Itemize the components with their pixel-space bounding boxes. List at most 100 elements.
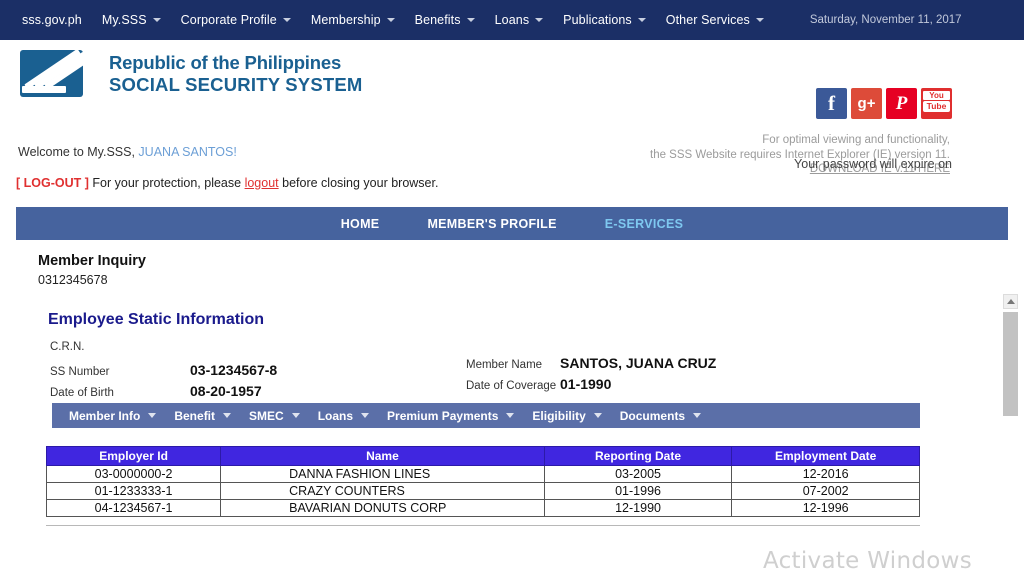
chevron-down-icon [223, 413, 232, 418]
field-value: SANTOS, JUANA CRUZ [560, 355, 717, 371]
site-header: Republic of the Philippines SOCIAL SECUR… [0, 40, 1024, 175]
mainnav-item-home[interactable]: HOME [341, 217, 380, 231]
submenu-item-member-info[interactable]: Member Info [60, 409, 165, 423]
submenu-item-label: Member Info [69, 408, 141, 423]
submenu-item-premium-payments[interactable]: Premium Payments [378, 409, 523, 423]
topnav-item-loans[interactable]: Loans [495, 13, 544, 27]
table-row[interactable]: 01-1233333-1 CRAZY COUNTERS 01-1996 07-2002 [45, 482, 920, 500]
chevron-down-icon [593, 413, 602, 418]
field-label: C.R.N. [50, 341, 85, 353]
table-header-cell: Employer Id [45, 446, 222, 466]
scroll-up-arrow-icon[interactable] [1003, 294, 1018, 309]
table-row[interactable]: 03-0000000-2 DANNA FASHION LINES 03-2005 12… [45, 465, 920, 483]
field-row: Date of Birth 08-20-1957 [50, 383, 277, 404]
field-value: 01-1990 [560, 376, 612, 392]
youtube-icon[interactable]: You Tube [921, 88, 952, 119]
welcome-greeting: Welcome to My.SSS, [18, 145, 135, 159]
mainnav-item-e-services[interactable]: E-SERVICES [605, 217, 684, 231]
chevron-down-icon [755, 18, 764, 22]
facebook-icon[interactable]: f [816, 88, 847, 119]
table-bottom-divider [46, 525, 920, 526]
youtube-icon-top-text: You [923, 91, 950, 100]
member-fields-left-column: C.R.N. SS Number 03-1234567-8 Date of Birth… [50, 341, 277, 404]
table-header-cell: Reporting Date [543, 446, 733, 466]
cell-reporting-date: 12-1990 [543, 499, 733, 517]
cell-employer-id: 04-1234567-1 [45, 499, 222, 517]
member-sub-navigation-bar: Member Info Benefit SMEC Loans Premium Payme… [52, 403, 920, 428]
topnav-item-benefits[interactable]: Benefits [415, 13, 475, 27]
submenu-item-benefit[interactable]: Benefit [165, 409, 240, 423]
submenu-item-smec[interactable]: SMEC [240, 409, 309, 423]
table-header-cell: Name [220, 446, 545, 466]
section-title: Employee Static Information [48, 311, 265, 328]
cell-employer-id: 01-1233333-1 [45, 482, 222, 500]
topnav-item-label: Corporate Profile [180, 13, 277, 27]
topnav-item-publications[interactable]: Publications [563, 13, 646, 27]
scrollbar-thumb[interactable] [1003, 312, 1018, 416]
sss-brand-logo[interactable]: Republic of the Philippines SOCIAL SECUR… [20, 50, 363, 97]
topnav-item-sss-gov-ph[interactable]: sss.gov.ph [22, 13, 82, 27]
mainnav-item-member-s-profile[interactable]: MEMBER'S PROFILE [427, 217, 556, 231]
cell-employment-date: 12-1996 [731, 499, 920, 517]
chevron-down-icon [152, 18, 161, 22]
welcome-message: Welcome to My.SSS, JUANA SANTOS! [18, 145, 237, 159]
cell-employment-date: 12-2016 [731, 465, 920, 483]
topnav-item-label: Loans [494, 13, 530, 27]
topnav-item-label: Membership [310, 13, 381, 27]
cell-employment-date: 07-2002 [731, 482, 920, 500]
submenu-item-label: Premium Payments [387, 408, 499, 423]
field-row: SS Number 03-1234567-8 [50, 362, 277, 383]
topnav-item-label: Benefits [414, 13, 461, 27]
pinterest-icon[interactable]: P [886, 88, 917, 119]
submenu-item-loans[interactable]: Loans [309, 409, 378, 423]
submenu-item-documents[interactable]: Documents [611, 409, 710, 423]
table-header-cell: Employment Date [731, 446, 920, 466]
topnav-item-other-services[interactable]: Other Services [666, 13, 764, 27]
activate-windows-watermark: Activate Windows [762, 548, 972, 574]
cell-name: BAVARIAN DONUTS CORP [220, 499, 545, 517]
submenu-item-label: Eligibility [532, 408, 586, 423]
field-row: C.R.N. [50, 341, 277, 362]
submenu-item-label: SMEC [249, 408, 284, 423]
submenu-item-eligibility[interactable]: Eligibility [523, 409, 610, 423]
logout-text-before: For your protection, please [92, 176, 242, 190]
field-value: 03-1234567-8 [190, 362, 278, 378]
field-row: Member Name SANTOS, JUANA CRUZ [466, 355, 716, 376]
social-media-links: f g+ P You Tube [816, 88, 952, 119]
member-static-fields: C.R.N. SS Number 03-1234567-8 Date of Birth… [38, 341, 1024, 401]
employment-history-table: Employer Id Name Reporting Date Employment … [45, 446, 920, 517]
table-header-row: Employer Id Name Reporting Date Employment … [45, 446, 920, 466]
field-row: Date of Coverage 01-1990 [466, 376, 716, 397]
submenu-item-label: Loans [317, 408, 354, 423]
chevron-down-icon [291, 413, 300, 418]
google-plus-icon[interactable]: g+ [851, 88, 882, 119]
chevron-down-icon [386, 18, 395, 22]
cell-reporting-date: 03-2005 [543, 465, 733, 483]
cell-employer-id: 03-0000000-2 [45, 465, 222, 483]
topnav-item-corporate-profile[interactable]: Corporate Profile [181, 13, 291, 27]
vertical-scrollbar[interactable] [1003, 294, 1018, 420]
top-navigation-bar: sss.gov.ph My.SSS Corporate Profile Members… [0, 0, 1024, 40]
cell-name: DANNA FASHION LINES [220, 465, 545, 483]
submenu-item-label: Benefit [174, 408, 216, 423]
topnav-item-membership[interactable]: Membership [311, 13, 395, 27]
topnav-item-label: sss.gov.ph [22, 13, 82, 27]
chevron-down-icon [361, 413, 370, 418]
cell-name: CRAZY COUNTERS [220, 482, 545, 500]
field-label: SS Number [50, 366, 110, 378]
table-row[interactable]: 04-1234567-1 BAVARIAN DONUTS CORP 12-1990 1… [45, 499, 920, 517]
current-date-label: Saturday, November 11, 2017 [809, 14, 962, 26]
page-content: Member Inquiry 0312345678 Employee Stati… [0, 253, 1024, 526]
brand-line-2: SOCIAL SECURITY SYSTEM [109, 73, 363, 95]
logout-notice: [ LOG-OUT ] For your protection, please … [16, 176, 438, 190]
logout-link[interactable]: logout [245, 176, 279, 190]
chevron-down-icon [637, 18, 646, 22]
field-value: 08-20-1957 [190, 383, 262, 399]
logout-tag[interactable]: [ LOG-OUT ] [16, 176, 89, 190]
page-title: Member Inquiry [38, 253, 146, 269]
password-expiry-notice: Your password will expire on [794, 157, 952, 171]
employment-table-wrapper: Employer Id Name Reporting Date Employment … [45, 446, 920, 517]
topnav-item-my-sss[interactable]: My.SSS [102, 13, 161, 27]
chevron-down-icon [693, 413, 702, 418]
chevron-down-icon [466, 18, 475, 22]
